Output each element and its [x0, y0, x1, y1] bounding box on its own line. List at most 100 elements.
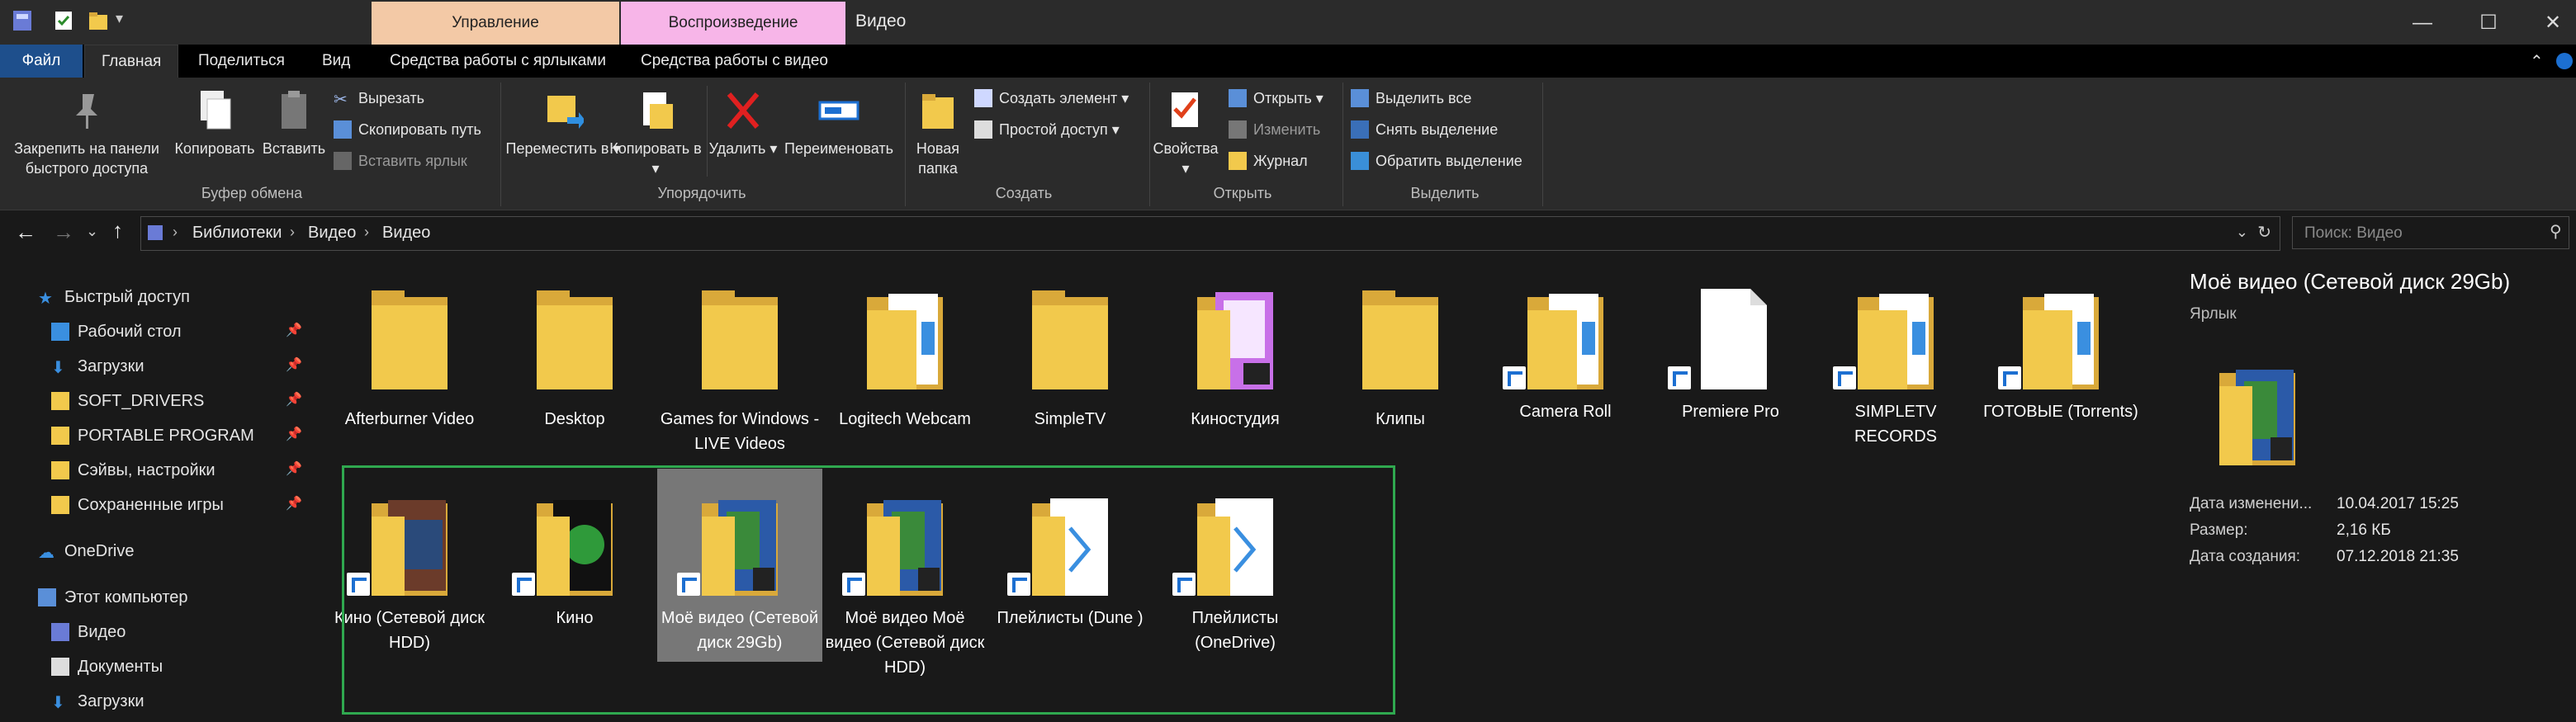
nav-pc-downloads[interactable]: ⬇ Загрузки — [51, 687, 144, 716]
pin-icon[interactable]: 📌 — [286, 356, 302, 373]
context-tab-manage[interactable]: Управление — [372, 2, 619, 45]
shortcut-arrow-icon — [1833, 366, 1856, 389]
folder-desktop[interactable]: Desktop — [492, 272, 657, 432]
collapse-ribbon-icon[interactable]: ⌃ — [2530, 51, 2544, 72]
properties-button[interactable]: Свойства ▾ — [1151, 87, 1220, 178]
tab-video-tools[interactable]: Средства работы с видео — [624, 45, 845, 78]
pin-quick-access-button[interactable]: Закрепить на панели быстрого доступа — [8, 87, 165, 178]
folder-kinostudia[interactable]: Киностудия — [1153, 272, 1318, 432]
new-item-button[interactable]: Создать элемент ▾ — [974, 86, 1129, 111]
select-none-button[interactable]: Снять выделение — [1351, 117, 1498, 142]
copy-button[interactable]: Копировать — [165, 87, 264, 158]
address-bar[interactable]: › Библиотеки › Видео › Видео ⌄ ↻ — [140, 216, 2280, 251]
new-folder-icon[interactable] — [86, 8, 111, 33]
nav-onedrive[interactable]: ☁ OneDrive — [38, 536, 134, 566]
nav-label: Рабочий стол — [78, 322, 182, 341]
nav-item-saves[interactable]: Сэйвы, настройки — [51, 455, 215, 485]
properties-icon[interactable] — [51, 8, 76, 33]
folder-afterburner-video[interactable]: Afterburner Video — [327, 272, 492, 432]
folder-simpletv[interactable]: SimpleTV — [987, 272, 1153, 432]
tab-shortcut-tools[interactable]: Средства работы с ярлыками — [373, 45, 623, 78]
rename-icon — [818, 101, 859, 120]
forward-arrow-icon[interactable]: → — [53, 219, 74, 245]
shortcut-camera-roll[interactable]: Camera Roll — [1483, 272, 1648, 424]
folder-games-for-windows[interactable]: Games for Windows - LIVE Videos — [657, 272, 822, 456]
paste-shortcut-button[interactable]: Вставить ярлык — [334, 149, 467, 173]
folder-documents-icon — [1858, 294, 1934, 389]
crumb-video-current[interactable]: Видео — [382, 224, 430, 243]
context-tab-playback[interactable]: Воспроизведение — [621, 2, 845, 45]
edit-button[interactable]: Изменить — [1229, 117, 1320, 142]
folder-documents-icon — [867, 294, 943, 389]
crumb-libraries[interactable]: Библиотеки — [192, 224, 282, 243]
delete-button[interactable]: Удалить ▾ — [708, 87, 778, 158]
nav-quick-access[interactable]: ★ Быстрый доступ — [38, 282, 190, 312]
move-to-button[interactable]: Переместить в ▾ — [505, 87, 621, 158]
folder-icon — [51, 461, 69, 479]
crumb-chevron-icon[interactable]: › — [364, 224, 369, 241]
tab-file[interactable]: Файл — [0, 45, 83, 78]
nav-this-pc[interactable]: Этот компьютер — [38, 583, 188, 612]
nav-item-desktop[interactable]: Рабочий стол — [51, 317, 182, 347]
item-label: Logitech Webcam — [839, 410, 971, 428]
nav-item-portable-program[interactable]: PORTABLE PROGRAM — [51, 421, 254, 451]
move-label: Переместить в — [505, 140, 609, 157]
copy-icon — [201, 91, 231, 130]
up-arrow-icon[interactable]: ↑ — [112, 218, 123, 243]
details-modified-value: 10.04.2017 15:25 — [2337, 495, 2459, 512]
document-icon — [1701, 289, 1767, 389]
shortcut-premiere-pro[interactable]: Premiere Pro — [1648, 272, 1813, 424]
pin-icon[interactable]: 📌 — [286, 495, 302, 512]
nav-pc-video[interactable]: Видео — [51, 617, 125, 647]
help-icon[interactable] — [2556, 53, 2573, 69]
crumb-video[interactable]: Видео — [308, 224, 356, 243]
new-folder-button[interactable]: Новая папка — [907, 87, 969, 178]
crumb-chevron-icon[interactable]: › — [290, 224, 295, 241]
nav-pc-documents[interactable]: Документы — [51, 652, 163, 682]
scissors-icon: ✂ — [334, 91, 348, 109]
minimize-icon[interactable]: — — [2398, 7, 2447, 40]
divider — [500, 83, 501, 206]
nav-item-downloads[interactable]: ⬇ Загрузки — [51, 352, 144, 381]
paste-button[interactable]: Вставить — [261, 87, 327, 158]
shortcut-ready-torrents[interactable]: ГОТОВЫЕ (Torrents) — [1978, 272, 2143, 424]
folder-clips[interactable]: Клипы — [1318, 272, 1483, 432]
search-input[interactable]: Поиск: Видео — [2292, 216, 2569, 249]
cut-label: Вырезать — [358, 89, 425, 106]
crumb-chevron-icon[interactable]: › — [173, 224, 178, 241]
tab-view[interactable]: Вид — [305, 45, 367, 78]
pin-icon[interactable]: 📌 — [286, 460, 302, 477]
invert-selection-button[interactable]: Обратить выделение — [1351, 149, 1522, 173]
folder-logitech-webcam[interactable]: Logitech Webcam — [822, 272, 987, 432]
close-icon[interactable]: ✕ — [2528, 7, 2576, 40]
select-all-label: Выделить все — [1376, 89, 1472, 106]
history-button[interactable]: Журнал — [1229, 149, 1308, 173]
tab-home[interactable]: Главная — [84, 45, 179, 78]
rename-button[interactable]: Переименовать — [773, 87, 905, 158]
pin-icon[interactable]: 📌 — [286, 391, 302, 408]
qa-dropdown-icon[interactable]: ▾ — [116, 10, 140, 35]
shortcut-arrow-icon — [1668, 366, 1691, 389]
select-all-button[interactable]: Выделить все — [1351, 86, 1471, 111]
copy-to-icon — [643, 92, 673, 129]
properties-label: Свойства — [1153, 140, 1219, 157]
pin-icon[interactable]: 📌 — [286, 322, 302, 338]
nav-item-soft-drivers[interactable]: SOFT_DRIVERS — [51, 386, 204, 416]
back-arrow-icon[interactable]: ← — [15, 219, 36, 245]
copy-path-button[interactable]: Скопировать путь — [334, 117, 481, 142]
details-type: Ярлык — [2190, 305, 2237, 323]
cut-button[interactable]: ✂ Вырезать — [334, 86, 424, 111]
refresh-icon[interactable]: ↻ — [2257, 222, 2271, 243]
nav-label: Этот компьютер — [64, 588, 188, 606]
tab-share[interactable]: Поделиться — [182, 45, 301, 78]
easy-access-button[interactable]: Простой доступ ▾ — [974, 117, 1120, 142]
recent-chevron-icon[interactable]: ⌄ — [86, 223, 98, 240]
documents-icon — [51, 658, 69, 676]
copy-to-button[interactable]: Копировать в ▾ — [606, 87, 705, 178]
pin-icon[interactable]: 📌 — [286, 426, 302, 442]
open-button[interactable]: Открыть ▾ — [1229, 86, 1324, 111]
nav-item-saved-games[interactable]: Сохраненные игры — [51, 490, 224, 520]
shortcut-simpletv-records[interactable]: SIMPLETV RECORDS — [1813, 272, 1978, 449]
maximize-icon[interactable]: ☐ — [2464, 7, 2513, 40]
address-dropdown-icon[interactable]: ⌄ — [2236, 224, 2248, 241]
